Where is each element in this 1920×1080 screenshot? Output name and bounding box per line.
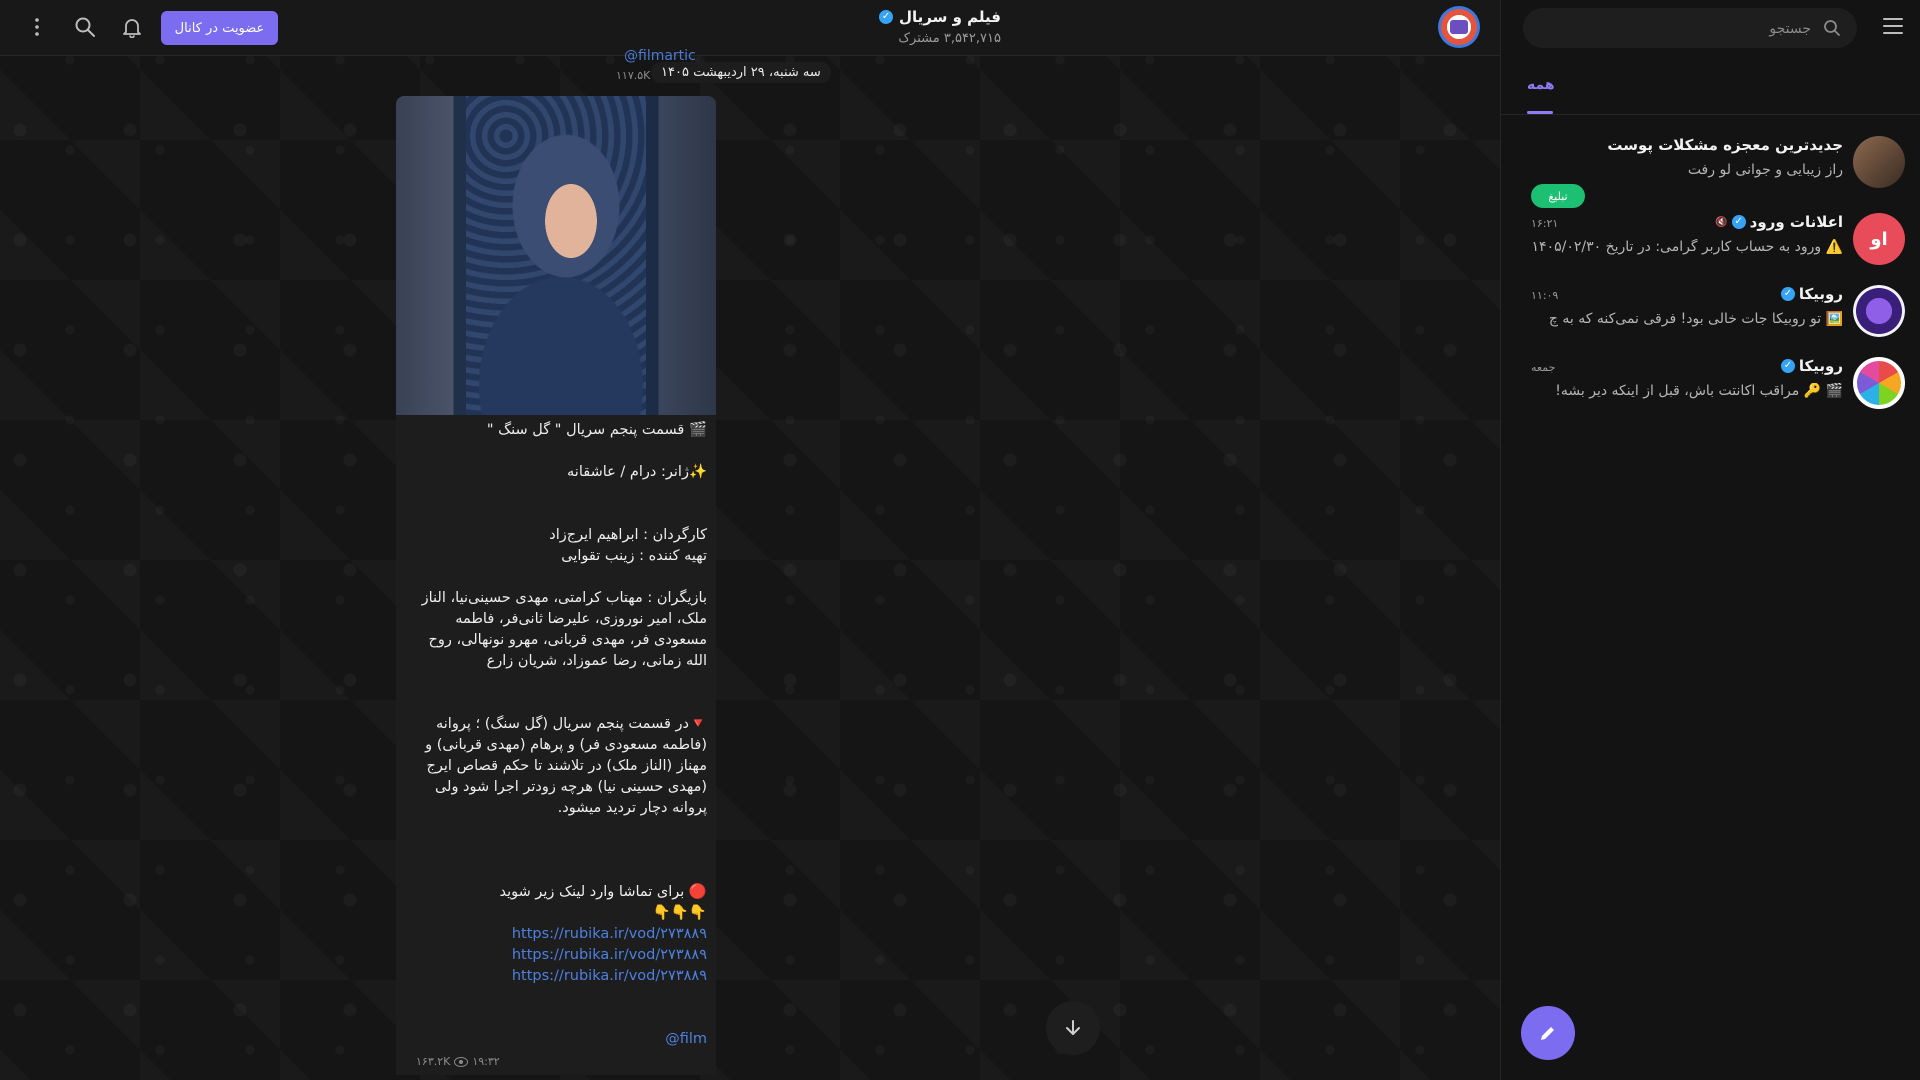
compose-button[interactable] [1521,1006,1575,1060]
search-box[interactable] [1523,8,1857,48]
views-eye-icon [454,1056,469,1067]
message-bubble[interactable]: 🎬 قسمت پنجم سریال " گل سنگ " ✨ژانر: درام… [396,96,716,1075]
chat-time: ۱۱:۰۹ [1531,289,1559,302]
avatar [1853,136,1905,188]
message-photo[interactable] [396,96,716,415]
chat-list-sidebar: همه جدیدترین معجزه مشکلات پوست راز زیبای… [1500,0,1920,1080]
channel-handle-link[interactable]: @film [407,1029,707,1050]
chat-preview: راز زیبایی و جوانی لو رفت [1687,162,1843,178]
subscriber-count: ۳,۵۴۲,۷۱۵ مشترک [898,31,1001,46]
message-genre: ✨ژانر: درام / عاشقانه [567,464,707,480]
channel-avatar[interactable] [1438,6,1480,48]
avatar: او [1853,213,1905,265]
message-views: ۱۶۳.۲K [416,1055,451,1068]
channel-title[interactable]: فیلم و سریال ✓ [879,8,1001,26]
pointer-emojis: 👇👇👇 [652,905,707,921]
search-icon [1823,19,1841,41]
mute-icon: 🔇 [1715,216,1728,228]
message-cast: بازیگران : مهتاب کرامتی، مهدی حسینی‌نیا،… [421,590,707,669]
chat-time: جمعه [1531,361,1556,374]
chat-name: روبیکا ✓ [1780,285,1843,303]
bell-icon[interactable] [121,16,143,39]
message-director: کارگردان : ابراهیم ایرج‌زاد [549,527,707,543]
date-separator: سه شنبه، ۲۹ اردیبهشت ۱۴۰۵ [651,62,831,83]
message-text: 🎬 قسمت پنجم سریال " گل سنگ " ✨ژانر: درام… [407,420,707,1050]
more-options-icon[interactable] [26,16,48,38]
message-footer: ۱۶۳.۲K ۱۹:۳۲ [416,1055,500,1068]
verified-icon: ✓ [1780,359,1795,373]
chat-item-ad[interactable]: جدیدترین معجزه مشکلات پوست راز زیبایی و … [1501,126,1920,208]
tab-all[interactable]: همه [1527,77,1555,93]
chat-item-rubika[interactable]: روبیکا ✓ 🎬 🔑 مراقب اکانتت باش، قبل از ای… [1501,347,1920,419]
watch-link[interactable]: https://rubika.ir/vod/۲۷۳۸۸۹ [407,945,707,966]
search-input[interactable] [1539,10,1813,48]
channel-name: فیلم و سریال [899,8,1001,26]
watch-call-to-action: 🔴 برای تماشا وارد لینک زیر شوید [499,884,708,900]
hamburger-menu-icon[interactable] [1883,18,1903,36]
watch-link[interactable]: https://rubika.ir/vod/۲۷۳۸۸۹ [407,966,707,987]
scroll-to-bottom-button[interactable] [1046,1001,1100,1055]
chat-area: عضویت در کانال فیلم و سریال ✓ ۳,۵۴۲,۷۱۵ … [0,0,1500,1080]
pencil-icon [1541,1027,1554,1040]
chat-preview: 🎬 🔑 مراقب اکانتت باش، قبل از اینکه دیر ب… [1555,383,1843,399]
message-producer: تهیه کننده : زینب تقوایی [561,548,707,564]
chat-header: عضویت در کانال فیلم و سریال ✓ ۳,۵۴۲,۷۱۵ … [0,0,1500,56]
avatar [1853,285,1905,337]
avatar [1853,357,1905,409]
chat-time: ۱۶:۲۱ [1531,217,1559,230]
previous-message-views: ۱۱۷.۵K [616,69,651,82]
verified-icon: ✓ [1731,215,1746,229]
verified-icon: ✓ [879,10,894,24]
arrow-down-icon [1066,1020,1080,1035]
chat-name: روبیکا ✓ [1780,357,1843,375]
chat-preview: 🖼️ تو روبیکا جات خالی بود! فرقی نمی‌کنه … [1548,311,1843,327]
message-synopsis: 🔻در قسمت پنجم سریال (گل سنگ) ؛ پروانه (ف… [425,716,707,816]
chat-item-login-alerts[interactable]: او اعلانات ورود ✓ 🔇 ⚠️ ورود به حساب کارب… [1501,203,1920,275]
chat-preview: ⚠️ ورود به حساب کاربر گرامی: در تاریخ ۱۴… [1531,239,1843,255]
tv-icon [1450,20,1468,34]
chat-name: جدیدترین معجزه مشکلات پوست [1607,136,1843,154]
poster-image [466,96,646,415]
join-channel-button[interactable]: عضویت در کانال [161,11,278,45]
verified-icon: ✓ [1780,287,1795,301]
chat-item-rubika[interactable]: روبیکا ✓ 🖼️ تو روبیکا جات خالی بود! فرقی… [1501,275,1920,347]
message-title: 🎬 قسمت پنجم سریال " گل سنگ " [486,422,707,438]
watch-link[interactable]: https://rubika.ir/vod/۲۷۳۸۸۹ [407,924,707,945]
tabs-divider [1501,114,1920,115]
search-icon[interactable] [74,16,96,38]
chat-name: اعلانات ورود ✓ 🔇 [1715,213,1843,231]
message-time: ۱۹:۳۲ [472,1055,500,1068]
